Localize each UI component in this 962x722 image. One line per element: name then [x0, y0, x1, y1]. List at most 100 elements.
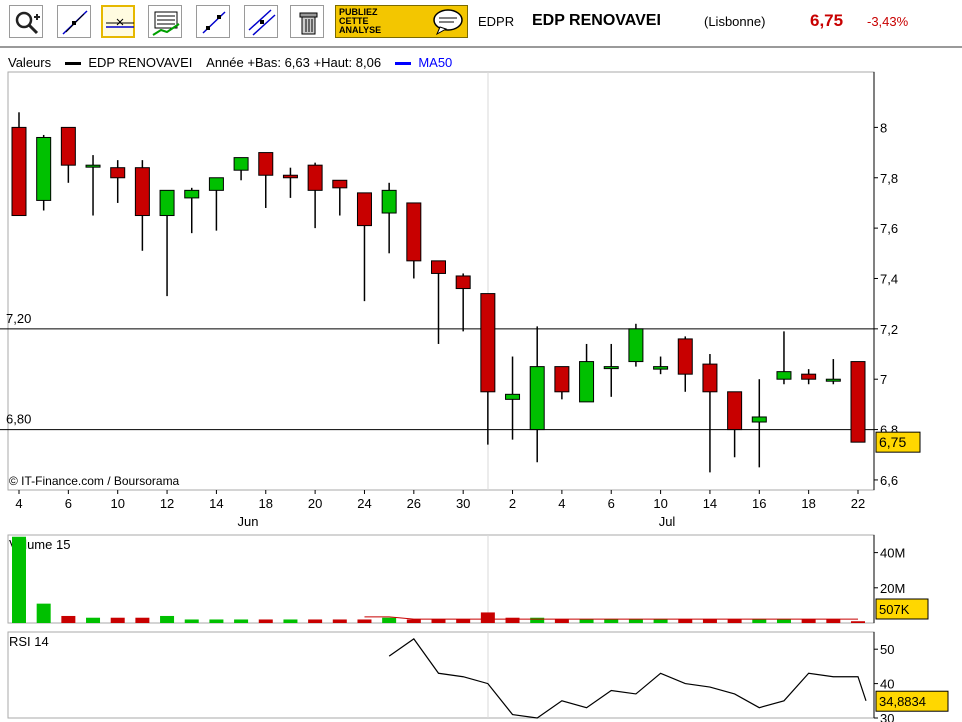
- candle-body: [85, 164, 101, 168]
- volume-bar: [86, 617, 101, 623]
- x-tick-label: 10: [110, 496, 124, 511]
- month-label: Jul: [659, 514, 676, 529]
- volume-bar: [530, 617, 545, 623]
- price-tick-label: 7,6: [880, 221, 898, 236]
- candle-body: [110, 167, 126, 179]
- candle-body: [505, 393, 521, 400]
- volume-bar: [110, 617, 125, 623]
- volume-bar: [332, 619, 347, 623]
- candle-body: [628, 328, 644, 363]
- x-tick-label: 26: [407, 496, 421, 511]
- x-tick-label: 16: [752, 496, 766, 511]
- price-tick-label: 7,8: [880, 171, 898, 186]
- volume-bar: [801, 619, 816, 623]
- volume-bar: [628, 619, 643, 623]
- volume-bar: [258, 619, 273, 623]
- candle-body: [208, 177, 224, 191]
- volume-bar: [579, 619, 594, 623]
- candle-body: [480, 293, 496, 393]
- volume-bar: [406, 619, 421, 623]
- candle-body: [282, 174, 298, 179]
- x-tick-label: 22: [851, 496, 865, 511]
- volume-bar: [308, 619, 323, 623]
- price-tick-label: 7,2: [880, 322, 898, 337]
- candle-body: [603, 366, 619, 370]
- volume-panel-frame: [7, 534, 875, 624]
- candle-body: [850, 361, 866, 443]
- candle-body: [307, 164, 323, 191]
- volume-bar: [135, 617, 150, 623]
- reference-line-label: 7,20: [6, 311, 31, 326]
- volume-bar: [604, 619, 619, 623]
- price-tick-label: 6,6: [880, 473, 898, 488]
- candle-body: [825, 378, 841, 382]
- rsi-panel-frame: [7, 631, 875, 719]
- month-label: Jun: [238, 514, 259, 529]
- candle-body: [356, 192, 372, 227]
- x-tick-label: 14: [209, 496, 223, 511]
- x-tick-label: 6: [65, 496, 72, 511]
- price-tick-label: 7,4: [880, 271, 898, 286]
- volume-bar: [357, 619, 372, 623]
- last-price-badge-label: 6,75: [879, 434, 906, 450]
- candle-body: [554, 366, 570, 393]
- volume-bar: [653, 619, 668, 623]
- volume-bar: [431, 619, 446, 623]
- price-tick-label: 8: [880, 120, 887, 135]
- volume-bar: [160, 615, 175, 623]
- x-tick-label: 12: [160, 496, 174, 511]
- volume-bar: [702, 619, 717, 623]
- volume-bar: [776, 619, 791, 623]
- rsi-tick-label: 50: [880, 642, 894, 657]
- candle-body: [529, 366, 545, 431]
- reference-line-label: 6,80: [6, 412, 31, 427]
- candle-body: [776, 371, 792, 380]
- copyright-text: © IT-Finance.com / Boursorama: [9, 474, 180, 488]
- candle-body: [455, 275, 471, 290]
- volume-average-line: [364, 616, 858, 620]
- x-tick-label: 10: [653, 496, 667, 511]
- candle-body: [381, 189, 397, 214]
- volume-bar: [851, 621, 865, 623]
- rsi-tick-label: 30: [880, 711, 894, 722]
- candle-body: [233, 157, 249, 171]
- candle-body: [258, 152, 274, 176]
- volume-bar: [234, 619, 249, 623]
- volume-bar: [184, 619, 199, 623]
- x-tick-label: 4: [15, 496, 22, 511]
- candle-body: [653, 366, 669, 370]
- rsi-line: [388, 638, 867, 719]
- chart-canvas: 6,66,877,27,47,67,887,206,806,75© IT-Fin…: [0, 71, 949, 722]
- volume-bar: [727, 619, 742, 623]
- volume-bar: [283, 619, 298, 623]
- x-tick-label: 6: [608, 496, 615, 511]
- x-tick-label: 18: [801, 496, 815, 511]
- candle-body: [184, 189, 200, 199]
- x-tick-label: 18: [259, 496, 273, 511]
- x-tick-label: 30: [456, 496, 470, 511]
- volume-bar: [826, 619, 841, 623]
- volume-bar: [36, 603, 51, 623]
- x-tick-label: 4: [558, 496, 565, 511]
- candle-body: [159, 189, 175, 217]
- volume-bar: [61, 615, 76, 623]
- rsi-tick-label: 40: [880, 677, 894, 692]
- candle-body: [60, 126, 76, 166]
- volume-bar: [480, 612, 495, 623]
- volume-bar: [752, 619, 767, 623]
- volume-bar: [505, 617, 520, 623]
- candle-body: [11, 126, 27, 217]
- candle-body: [801, 373, 817, 380]
- x-tick-label: 24: [357, 496, 371, 511]
- candle-body: [332, 179, 348, 189]
- candle-body: [36, 136, 52, 201]
- candle-body: [677, 338, 693, 375]
- candle-body: [727, 391, 743, 431]
- volume-tick-label: 20M: [880, 581, 905, 596]
- x-tick-label: 2: [509, 496, 516, 511]
- volume-bar: [12, 536, 26, 623]
- volume-bar: [678, 619, 693, 623]
- volume-bar: [382, 617, 397, 623]
- volume-last-badge-label: 507K: [879, 602, 910, 617]
- volume-bar: [456, 619, 471, 623]
